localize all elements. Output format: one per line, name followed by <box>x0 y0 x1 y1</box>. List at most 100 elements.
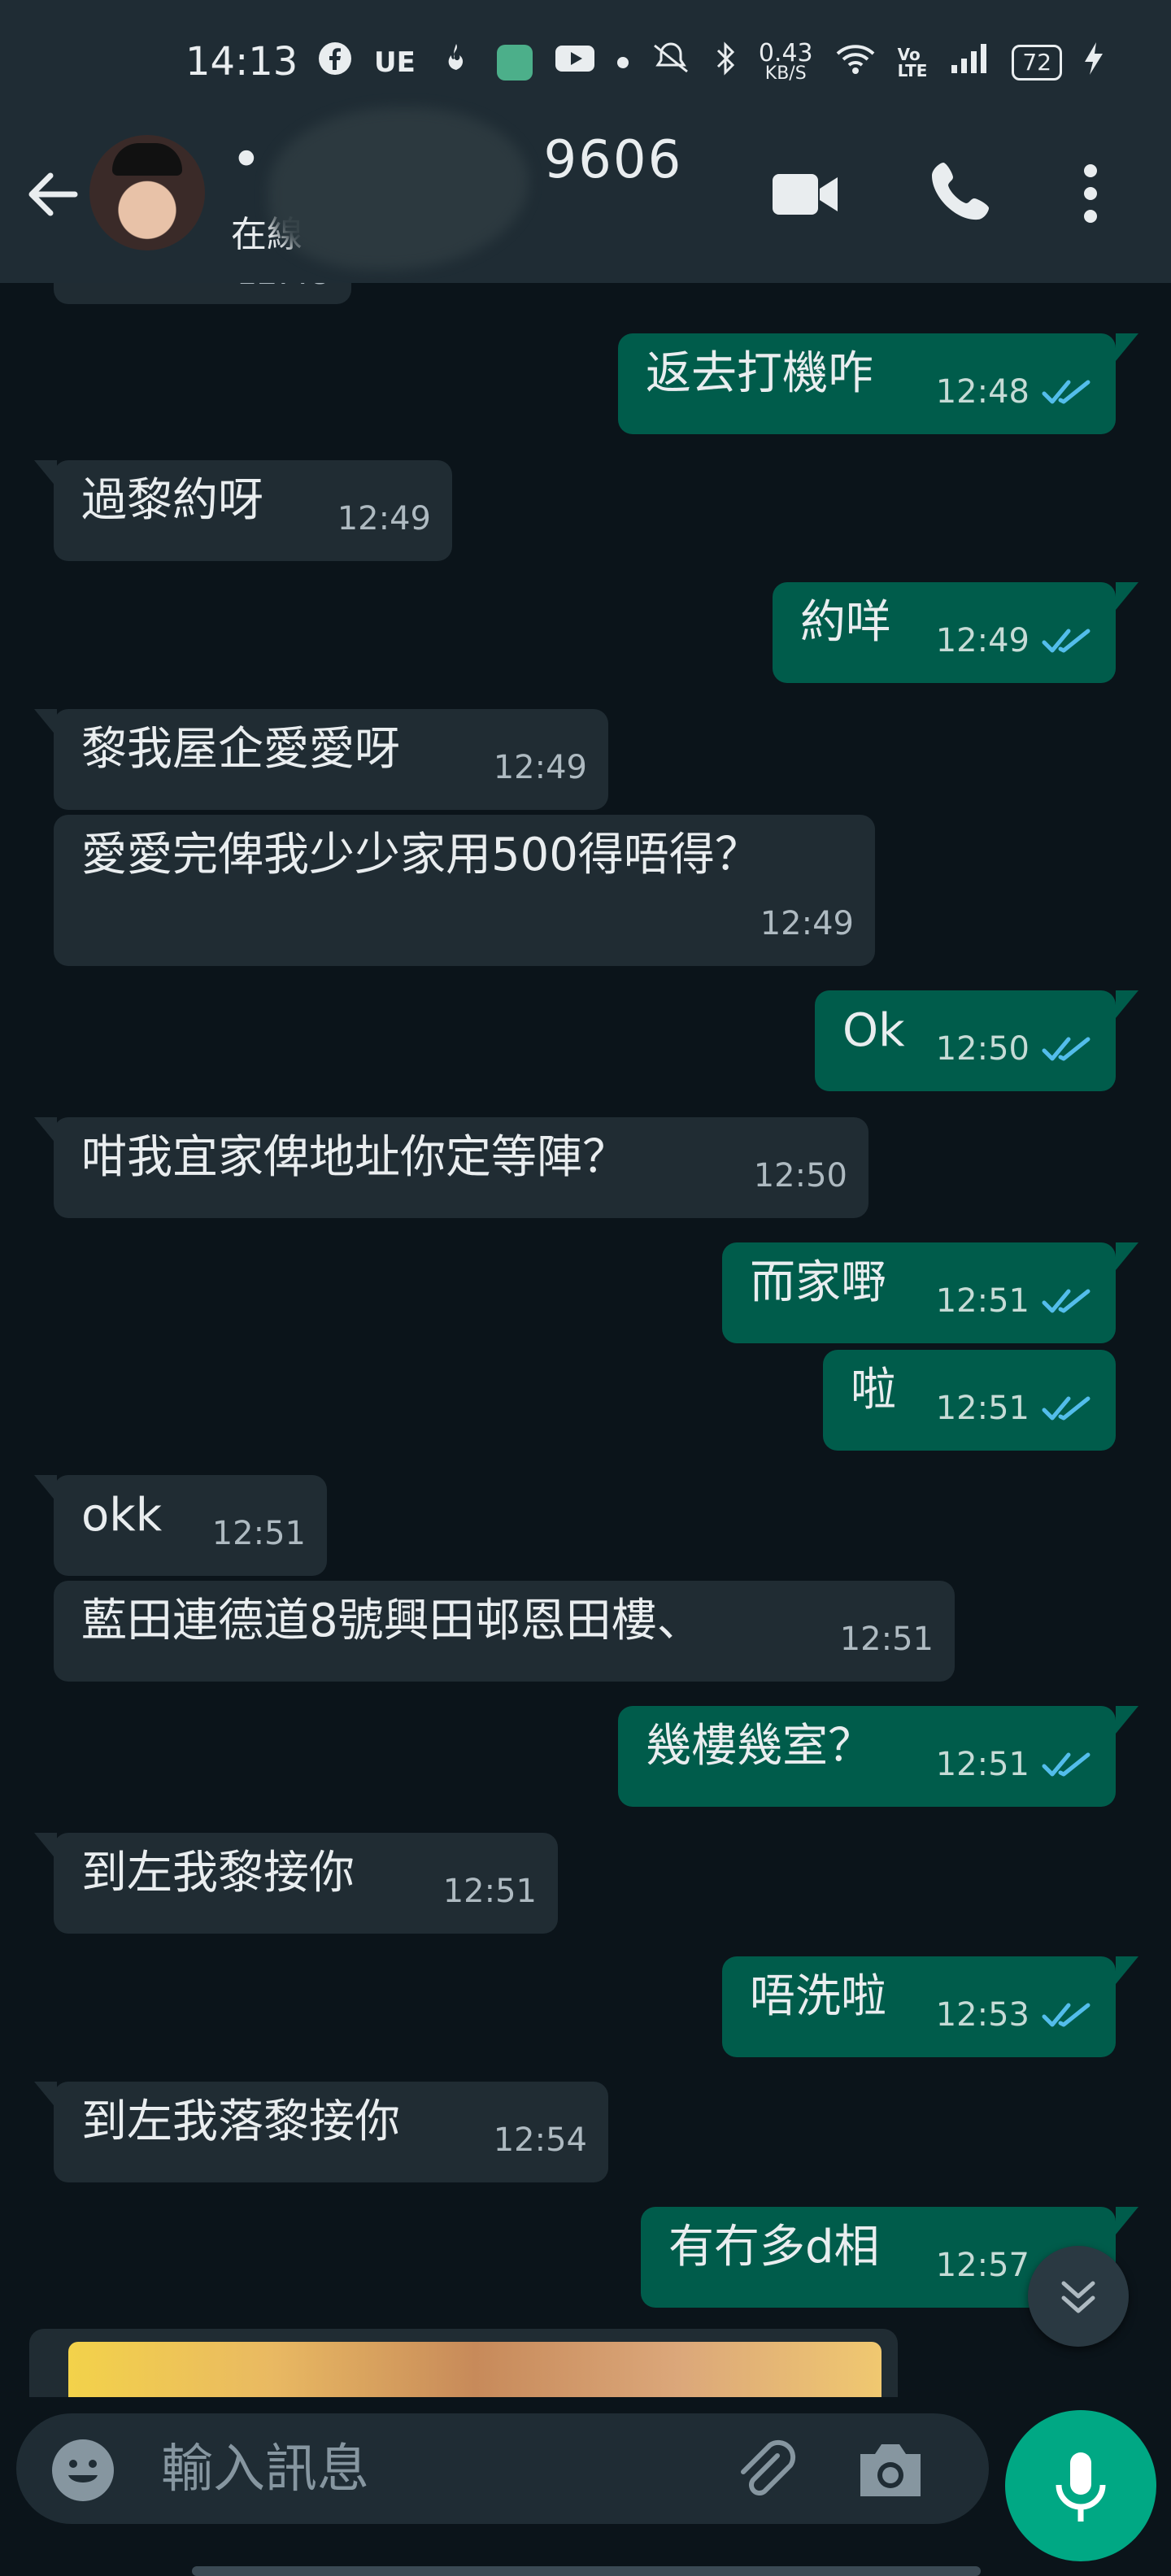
message-text: 而家嘢 <box>750 1256 886 1309</box>
chat-header: • 9606 在線 <box>0 101 1171 283</box>
outgoing-message-bubble[interactable]: 唔洗啦 12:53 <box>722 1956 1138 2057</box>
message-list[interactable]: 12:48 返去打機咋 12:48 過黎約呀 12:49 約咩 12:49 黎我屋企愛愛呀 1… <box>0 283 1171 2397</box>
read-ticks-icon <box>1042 2003 1090 2027</box>
message-text: 約咩 <box>800 596 891 649</box>
message-text: 到左我落黎接你 <box>81 2095 400 2148</box>
youtube-icon <box>554 42 596 82</box>
composer <box>0 2397 1171 2576</box>
message-meta: 12:51 <box>212 1506 306 1561</box>
message-time: 12:51 <box>442 1873 537 1910</box>
phone-icon <box>932 163 989 220</box>
incoming-message-bubble[interactable]: okk 12:51 <box>34 1475 327 1576</box>
message-text: 唔洗啦 <box>750 1970 886 2023</box>
voice-message-button[interactable] <box>1005 2410 1156 2561</box>
microphone-icon <box>1056 2452 1106 2522</box>
wifi-icon <box>834 41 877 84</box>
video-call-button[interactable] <box>769 166 842 226</box>
voice-call-button[interactable] <box>927 158 995 229</box>
message-time: 12:51 <box>935 1282 1030 1320</box>
message-time: 12:53 <box>935 1996 1030 2034</box>
emoji-icon <box>52 2439 114 2501</box>
attach-button[interactable] <box>729 2435 802 2511</box>
read-ticks-icon <box>1042 380 1090 404</box>
message-time: 12:57 <box>935 2247 1030 2284</box>
arrow-left-icon <box>28 172 78 216</box>
incoming-message-bubble[interactable]: 過黎約呀 12:49 <box>34 460 452 561</box>
status-icons: UE 0.43 KB/S Vo LTE 72 <box>317 41 1104 84</box>
outgoing-message-bubble[interactable]: 而家嘢 12:51 <box>722 1242 1138 1343</box>
message-text: 藍田連德道8號興田邨恩田樓、 <box>81 1595 703 1647</box>
message-time: 12:49 <box>760 905 854 942</box>
message-time: 12:51 <box>935 1746 1030 1783</box>
facebook-icon <box>317 41 353 84</box>
paperclip-icon <box>741 2439 796 2496</box>
flame-app-icon <box>437 41 476 84</box>
message-time: 12:50 <box>935 1030 1030 1068</box>
message-text: 返去打機咋 <box>646 347 873 400</box>
outgoing-message-bubble[interactable]: 啦 12:51 <box>823 1350 1116 1451</box>
message-text: 到左我黎接你 <box>81 1847 355 1899</box>
camera-icon <box>860 2444 921 2496</box>
outgoing-message-bubble[interactable]: 約咩 12:49 <box>773 582 1138 683</box>
message-meta: 12:51 <box>936 1273 1095 1329</box>
incoming-message-bubble[interactable]: 到左我黎接你 12:51 <box>34 1833 558 1934</box>
volte-icon: Vo LTE <box>897 44 928 80</box>
message-meta: 12:49 <box>760 896 854 951</box>
message-time: 12:49 <box>493 749 587 786</box>
status-time: 14:13 <box>185 39 298 85</box>
incoming-message-bubble[interactable]: 咁我宜家俾地址你定等陣？ 12:50 <box>34 1117 868 1218</box>
message-time: 12:50 <box>753 1157 847 1194</box>
charging-icon <box>1083 41 1104 84</box>
message-meta: 12:49 <box>494 740 587 795</box>
redacted-blur <box>268 107 529 270</box>
message-meta: 12:49 <box>936 613 1095 668</box>
incoming-message-bubble[interactable]: 到左我落黎接你 12:54 <box>34 2082 608 2182</box>
message-text: 幾樓幾室？ <box>646 1720 873 1773</box>
scroll-to-bottom-button[interactable] <box>1028 2246 1129 2347</box>
message-text: 黎我屋企愛愛呀 <box>81 723 400 776</box>
emoji-button[interactable] <box>49 2436 117 2508</box>
app-notification-icon <box>496 44 533 80</box>
notification-dot-icon <box>616 56 629 68</box>
read-ticks-icon <box>1042 1752 1090 1777</box>
image-message-bubble[interactable] <box>29 2329 898 2397</box>
message-time: 12:54 <box>493 2121 587 2159</box>
mute-icon <box>650 41 692 84</box>
incoming-message-bubble[interactable]: 藍田連德道8號興田邨恩田樓、 12:51 <box>54 1581 955 1682</box>
message-bubble-partial[interactable]: 12:48 <box>54 283 351 304</box>
message-meta: 12:51 <box>840 1612 934 1667</box>
read-ticks-icon <box>1042 1289 1090 1313</box>
message-meta: 12:48 <box>936 364 1095 420</box>
status-bar: 14:13 UE 0.43 KB/S Vo LTE 72 <box>0 0 1171 101</box>
message-text: 過黎約呀 <box>81 474 263 527</box>
outgoing-message-bubble[interactable]: 返去打機咋 12:48 <box>618 333 1138 434</box>
carrier-label: UE <box>374 46 416 79</box>
message-time: 12:51 <box>935 1390 1030 1427</box>
message-time: 12:49 <box>935 622 1030 659</box>
message-text: 有冇多d相 <box>668 2221 880 2274</box>
back-button[interactable] <box>24 166 81 223</box>
message-meta: 12:51 <box>936 1381 1095 1436</box>
message-meta: 12:54 <box>494 2113 587 2168</box>
outgoing-message-bubble[interactable]: 幾樓幾室？ 12:51 <box>618 1706 1138 1807</box>
incoming-message-bubble[interactable]: 黎我屋企愛愛呀 12:49 <box>34 709 608 810</box>
message-text: Ok <box>842 1004 905 1057</box>
camera-button[interactable] <box>854 2436 927 2508</box>
message-meta: 12:50 <box>936 1021 1095 1077</box>
read-ticks-icon <box>1042 629 1090 653</box>
incoming-message-bubble[interactable]: 愛愛完俾我少少家用500得唔得？ 12:49 <box>54 815 875 966</box>
message-meta: 12:50 <box>754 1148 847 1203</box>
message-time: 12:51 <box>211 1515 306 1552</box>
message-input[interactable] <box>159 2439 716 2500</box>
message-text: 咁我宜家俾地址你定等陣？ <box>81 1131 628 1184</box>
message-meta: 12:49 <box>337 491 431 546</box>
message-time: 12:48 <box>935 373 1030 411</box>
video-call-icon <box>773 174 838 215</box>
outgoing-message-bubble[interactable]: Ok 12:50 <box>815 990 1138 1091</box>
contact-avatar[interactable] <box>89 135 205 250</box>
read-ticks-icon <box>1042 1037 1090 1061</box>
image-thumbnail[interactable] <box>68 2342 882 2397</box>
more-options-button[interactable] <box>1078 163 1103 228</box>
network-speed: 0.43 KB/S <box>758 38 813 84</box>
battery-level: 72 <box>1012 44 1063 80</box>
